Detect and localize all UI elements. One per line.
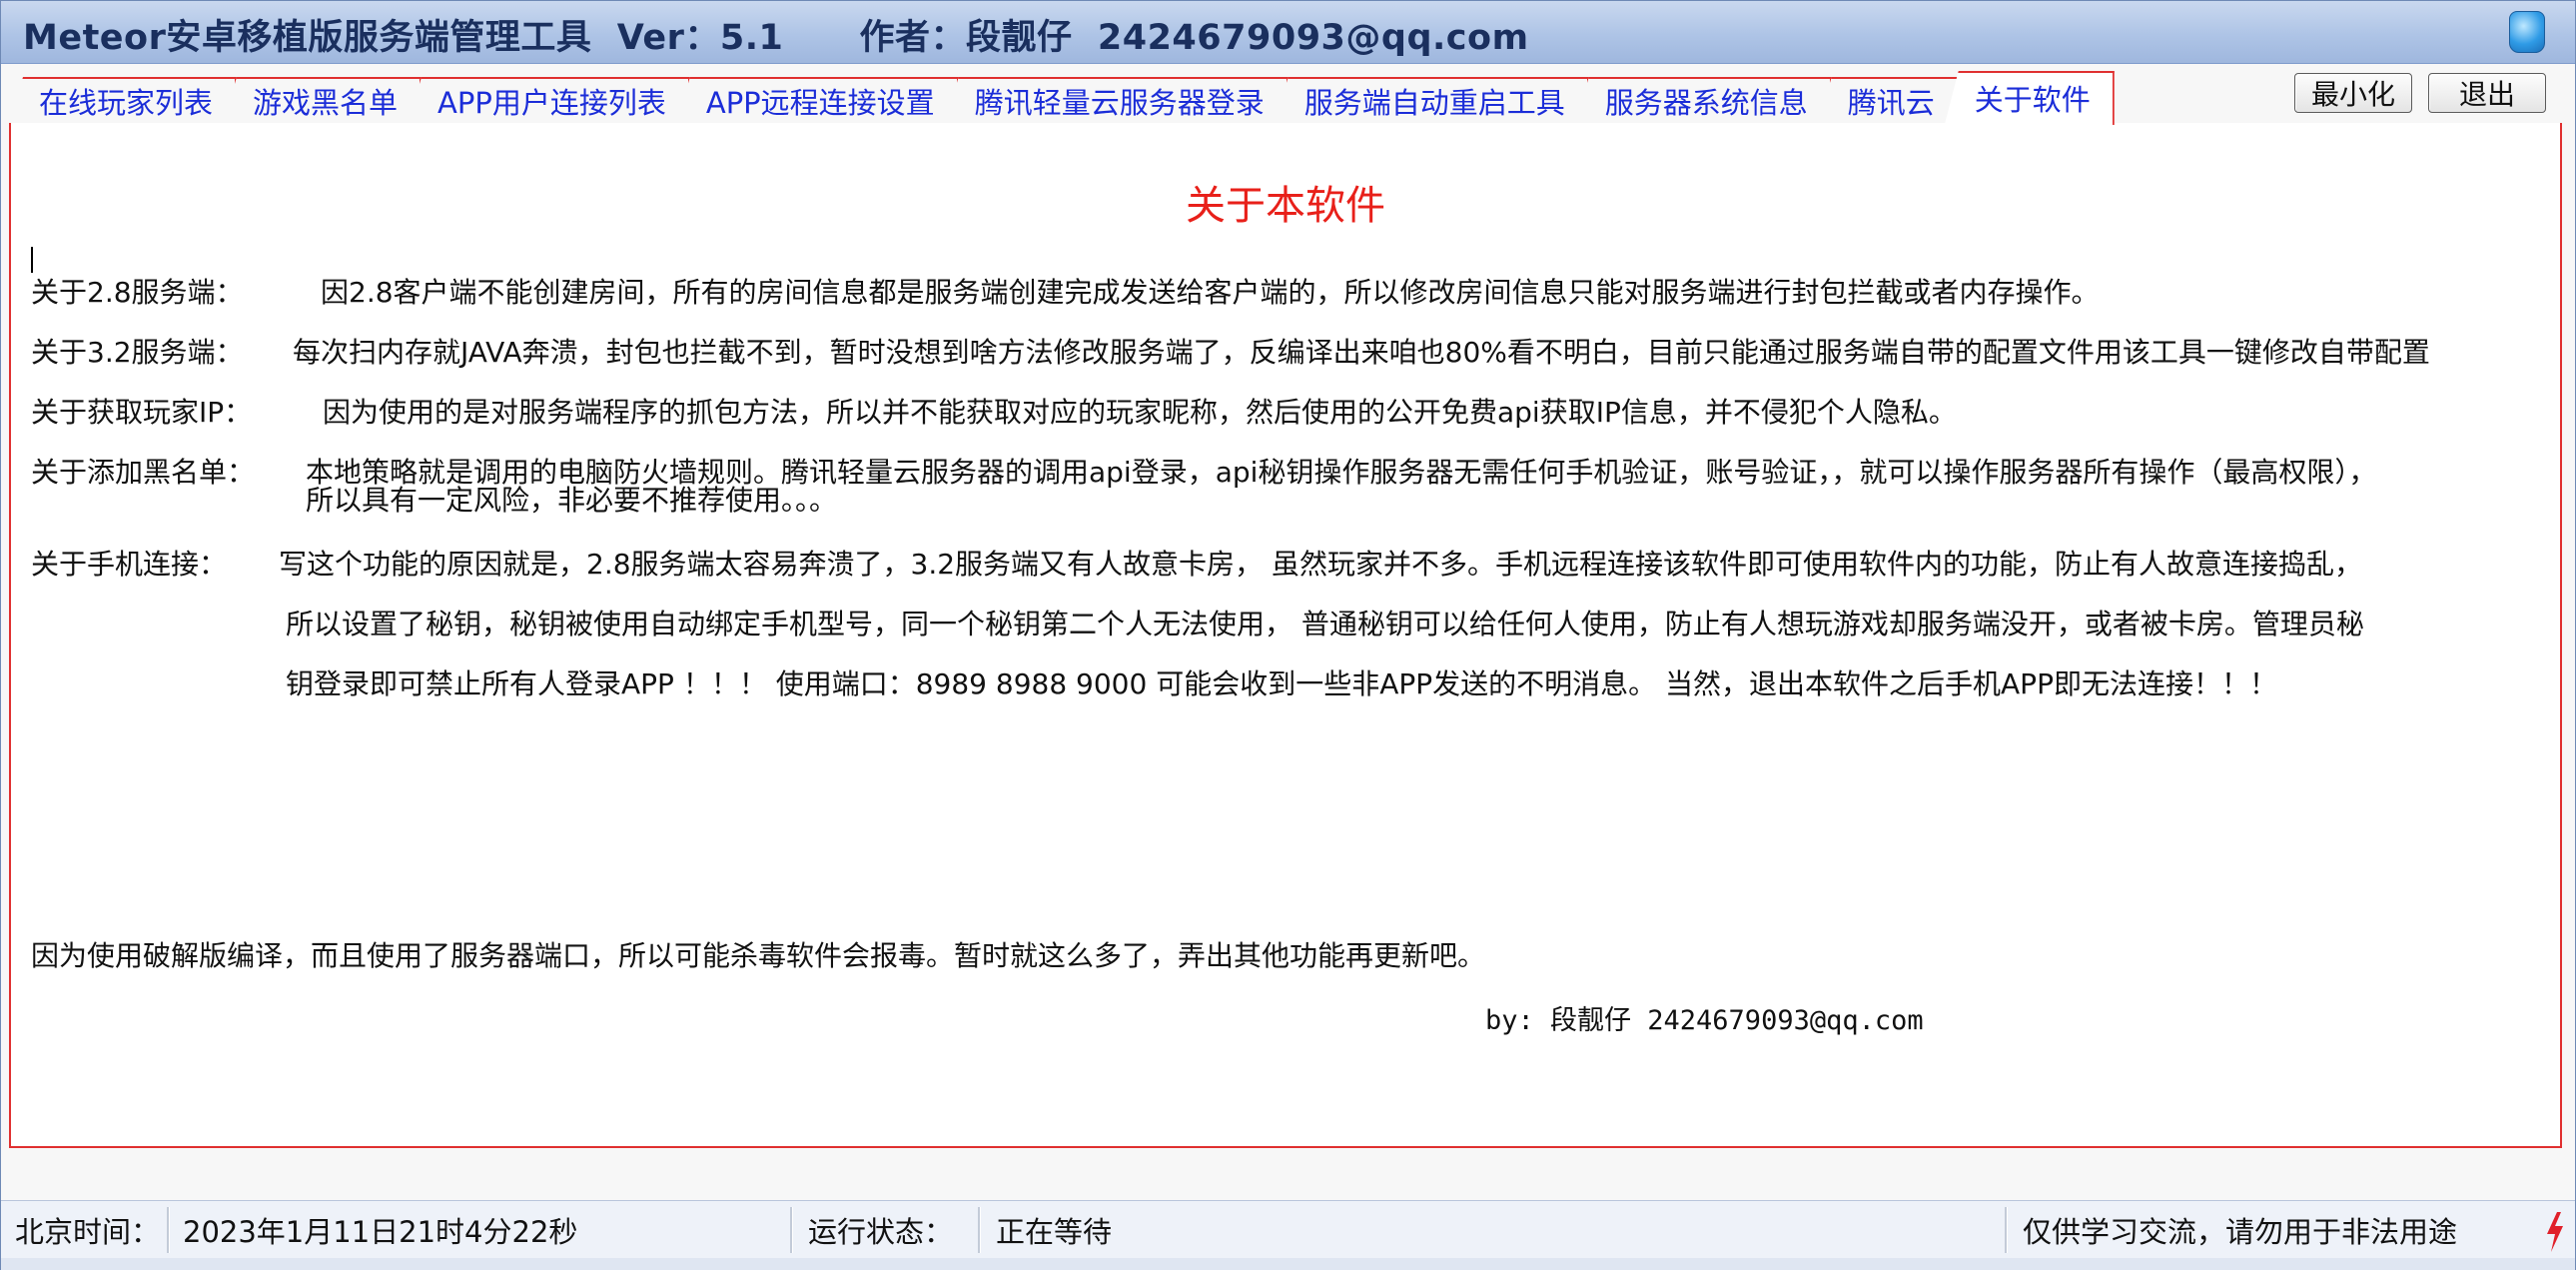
about-item-3-2-server: 关于3.2服务端： 每次扫内存就JAVA奔溃，封包也拦截不到，暂时没想到啥方法修… xyxy=(31,331,2430,371)
about-item-blacklist-cont: 所以具有一定风险，非必要不推荐使用。。。 xyxy=(306,484,838,517)
tab-game-blacklist[interactable]: 游戏黑名单 xyxy=(223,77,423,125)
exit-button[interactable]: 退出 xyxy=(2428,73,2546,113)
tab-tencent-cloud[interactable]: 腾讯云 xyxy=(1817,77,1959,125)
minimize-button[interactable]: 最小化 xyxy=(2294,73,2412,113)
time-value: 2023年1月11日21时4分22秒 xyxy=(183,1215,578,1249)
status-divider xyxy=(2005,1207,2008,1253)
about-item-2-8-server: 关于2.8服务端： 因2.8客户端不能创建房间，所有的房间信息都是服务端创建完成… xyxy=(31,271,2100,311)
tab-about-software[interactable]: 关于软件 xyxy=(1944,71,2115,125)
tab-list: 在线玩家列表 游戏黑名单 APP用户连接列表 APP远程连接设置 腾讯轻量云服务… xyxy=(9,71,2115,125)
run-status-value: 正在等待 xyxy=(996,1215,1113,1249)
tab-system-info[interactable]: 服务器系统信息 xyxy=(1574,77,1832,125)
app-window: Meteor安卓移植版服务端管理工具 Ver：5.1 作者：段靓仔 242467… xyxy=(0,0,2576,1270)
about-item-mobile-cont2: 钥登录即可禁止所有人登录APP ！！！ 使用端口：8989 8988 9000 … xyxy=(286,667,2277,700)
signature: by: 段靓仔 2424679093@qq.com xyxy=(1485,1005,1924,1036)
item-label: 关于3.2服务端： xyxy=(31,336,244,369)
tab-online-players[interactable]: 在线玩家列表 xyxy=(9,77,238,125)
item-label: 关于手机连接： xyxy=(31,548,228,581)
about-panel: 关于本软件 关于2.8服务端： 因2.8客户端不能创建房间，所有的房间信息都是服… xyxy=(9,123,2562,1148)
note-text: 因为使用破解版编译，而且使用了服务器端口，所以可能杀毒软件会报毒。暂时就这么多了… xyxy=(31,939,1486,972)
run-status-label: 运行状态： xyxy=(808,1215,954,1249)
title-bar[interactable]: Meteor安卓移植版服务端管理工具 Ver：5.1 作者：段靓仔 242467… xyxy=(1,1,2575,64)
tab-strip: 在线玩家列表 游戏黑名单 APP用户连接列表 APP远程连接设置 腾讯轻量云服务… xyxy=(9,71,2562,125)
item-text: 因为使用的是对服务端程序的抓包方法，所以并不能获取对应的玩家昵称，然后使用的公开… xyxy=(323,396,1957,429)
tab-auto-restart-tool[interactable]: 服务端自动重启工具 xyxy=(1274,77,1589,125)
about-item-player-ip: 关于获取玩家IP： 因为使用的是对服务端程序的抓包方法，所以并不能获取对应的玩家… xyxy=(31,391,1957,431)
text-caret xyxy=(31,247,33,273)
item-text: 写这个功能的原因就是，2.8服务端太容易奔溃了，3.2服务端又有人故意卡房， 虽… xyxy=(279,548,2362,581)
tab-app-remote-settings[interactable]: APP远程连接设置 xyxy=(675,77,959,125)
about-item-blacklist: 关于添加黑名单： 本地策略就是调用的电脑防火墙规则。腾讯轻量云服务器的调用api… xyxy=(31,451,2376,491)
about-item-mobile-cont1: 所以设置了秘钥，秘钥被使用自动绑定手机型号，同一个秘钥第二个人无法使用， 普通秘… xyxy=(286,608,2364,640)
status-divider xyxy=(167,1207,170,1253)
red-bolt-icon xyxy=(2547,1212,2563,1252)
window-bottom-edge xyxy=(1,1258,2575,1270)
about-title: 关于本软件 xyxy=(1186,183,1385,229)
item-text: 因2.8客户端不能创建房间，所有的房间信息都是服务端创建完成发送给客户端的，所以… xyxy=(321,276,2100,309)
app-shield-icon[interactable] xyxy=(2509,11,2545,53)
item-label: 关于2.8服务端： xyxy=(31,276,244,309)
about-item-mobile: 关于手机连接： 写这个功能的原因就是，2.8服务端太容易奔溃了，3.2服务端又有… xyxy=(31,543,2362,583)
tab-tencent-lighthouse-login[interactable]: 腾讯轻量云服务器登录 xyxy=(944,77,1288,125)
watermark-logo-icon xyxy=(2497,1212,2567,1256)
about-note: 因为使用破解版编译，而且使用了服务器端口，所以可能杀毒软件会报毒。暂时就这么多了… xyxy=(31,934,1485,974)
time-label: 北京时间： xyxy=(15,1215,161,1249)
usage-notice: 仅供学习交流，请勿用于非法用途 xyxy=(2023,1215,2458,1249)
tab-app-user-connections[interactable]: APP用户连接列表 xyxy=(408,77,690,125)
status-divider xyxy=(978,1207,981,1253)
status-divider xyxy=(790,1207,793,1253)
window-title: Meteor安卓移植版服务端管理工具 Ver：5.1 作者：段靓仔 242467… xyxy=(23,18,1529,58)
item-label: 关于获取玩家IP： xyxy=(31,396,253,429)
status-bar: 北京时间： 2023年1月11日21时4分22秒 运行状态： 正在等待 仅供学习… xyxy=(1,1200,2575,1259)
item-text: 每次扫内存就JAVA奔溃，封包也拦截不到，暂时没想到啥方法修改服务端了，反编译出… xyxy=(293,336,2430,369)
item-label: 关于添加黑名单： xyxy=(31,456,256,489)
